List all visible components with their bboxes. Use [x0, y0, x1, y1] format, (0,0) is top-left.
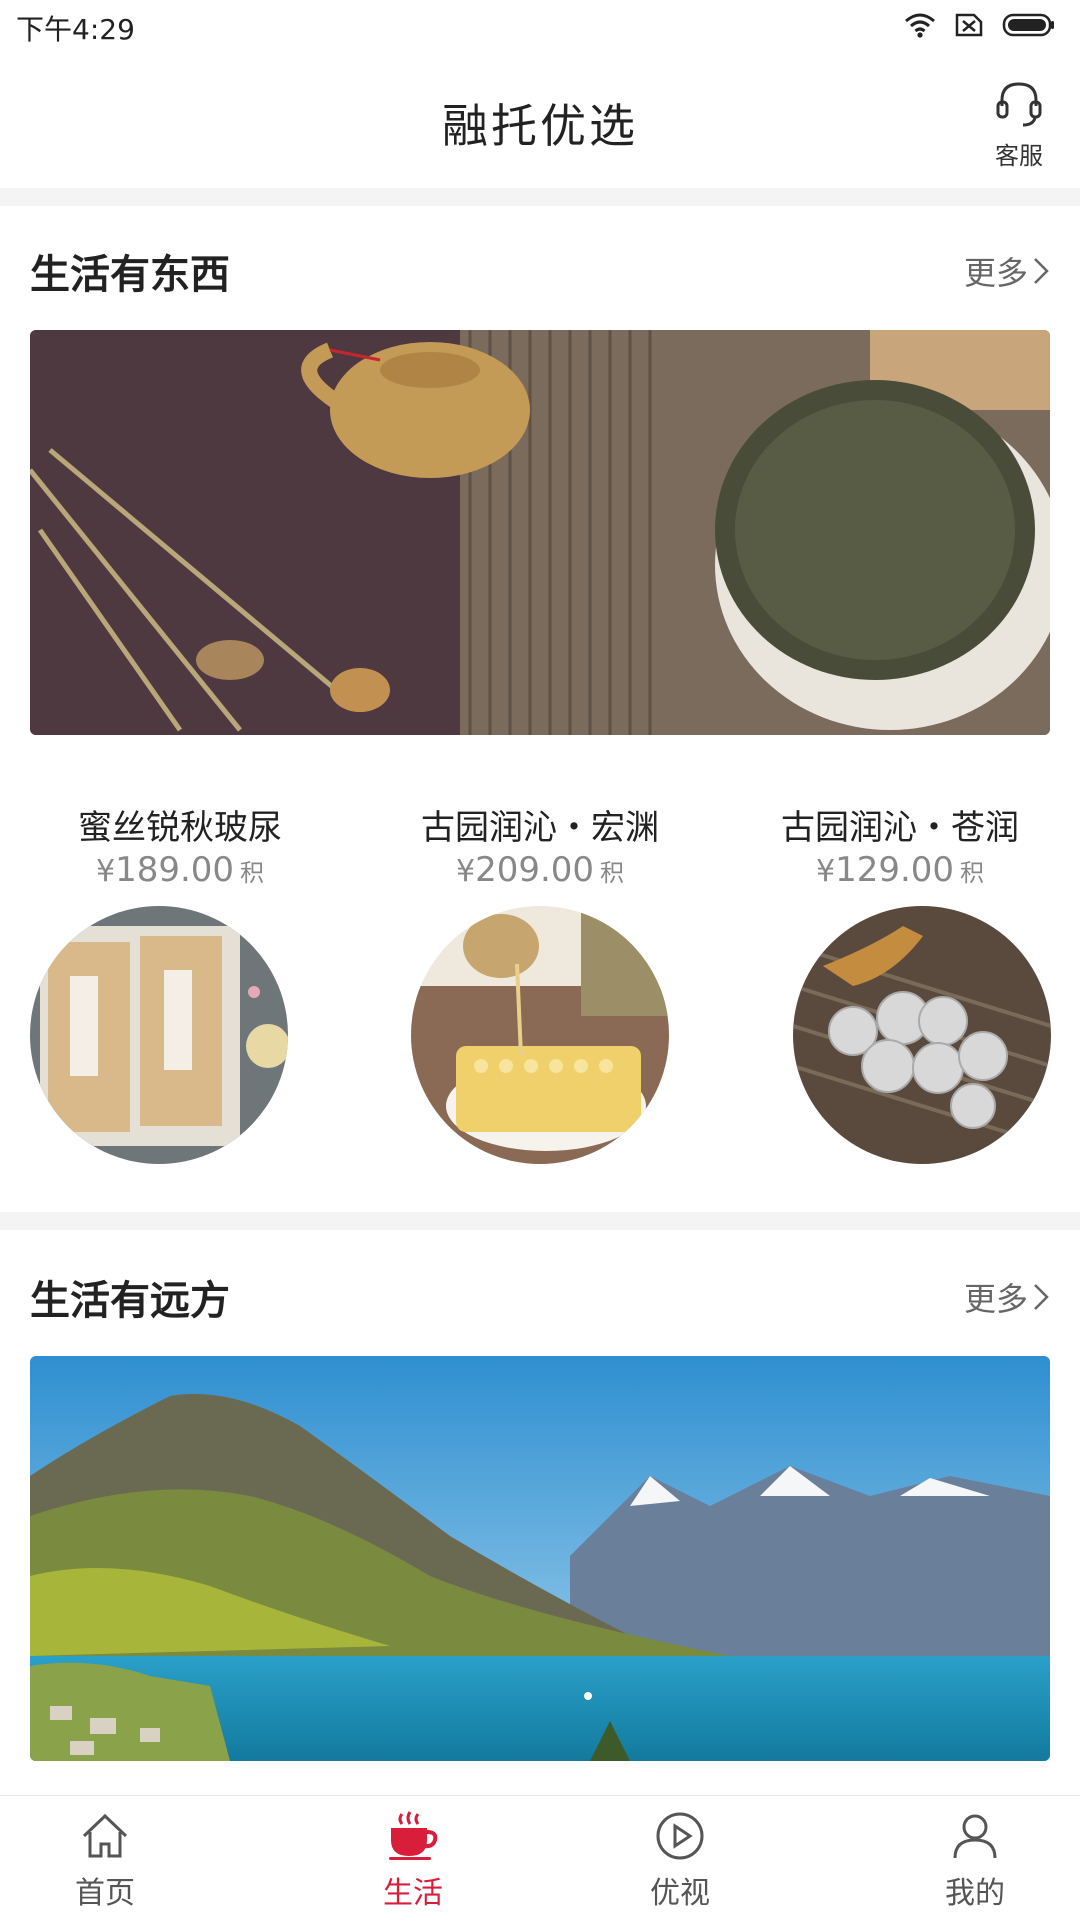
tab-home[interactable]: 首页 — [45, 1810, 165, 1912]
tab-video[interactable]: 优视 — [620, 1810, 740, 1912]
product-image[interactable] — [30, 906, 288, 1164]
chevron-right-icon — [1034, 1284, 1049, 1310]
product-card[interactable]: 蜜丝锐秋玻尿 ¥189.00 积 — [0, 800, 360, 1220]
product-name: 蜜丝锐秋玻尿 — [78, 808, 282, 848]
product-price: ¥209.00 积 — [360, 850, 720, 890]
price-currency: ¥ — [815, 854, 836, 889]
price-currency: ¥ — [455, 854, 476, 889]
price-value: 129.00 — [835, 850, 955, 890]
page-title: 融托优选 — [442, 99, 638, 153]
tab-life[interactable]: 生活 — [353, 1810, 473, 1912]
play-icon — [656, 1812, 704, 1860]
home-icon — [82, 1813, 128, 1858]
more-link[interactable]: 更多 — [964, 248, 1050, 294]
price-unit: 积 — [240, 859, 265, 887]
price-currency: ¥ — [95, 854, 116, 889]
product-name: 古园润沁・宏渊 — [421, 808, 659, 848]
chevron-right-icon — [1034, 258, 1049, 284]
nav-bar: 融托优选 客服 — [0, 54, 1080, 188]
user-icon — [953, 1814, 997, 1859]
status-time: 下午4:29 — [16, 13, 135, 46]
product-name: 古园润沁・苍润 — [781, 808, 1019, 848]
tab-label: 首页 — [75, 1876, 135, 1911]
status-icons — [904, 12, 1056, 38]
product-image[interactable] — [411, 906, 669, 1164]
section-title: 生活有东西 — [30, 252, 230, 298]
price-value: 209.00 — [475, 850, 595, 890]
section-header: 生活有东西 更多 — [30, 242, 1050, 302]
app-screen: 下午4:29 融托优选 客服 生活有东西 更多 蜜丝锐秋玻尿 ¥189.00 积… — [0, 0, 1080, 1920]
battery-icon — [1002, 13, 1054, 37]
section-header: 生活有远方 更多 — [30, 1268, 1050, 1328]
customer-service-label: 客服 — [995, 142, 1043, 170]
headset-icon — [996, 82, 1042, 127]
product-row: 蜜丝锐秋玻尿 ¥189.00 积 古园润沁・宏渊 ¥209.00 积 古园润沁・… — [0, 800, 1080, 1220]
coffee-cup-icon — [389, 1811, 438, 1860]
tab-label: 生活 — [383, 1876, 443, 1911]
price-unit: 积 — [960, 859, 985, 887]
product-price: ¥189.00 积 — [0, 850, 360, 890]
more-label: 更多 — [963, 254, 1028, 292]
product-image[interactable] — [793, 906, 1051, 1164]
product-price: ¥129.00 积 — [720, 850, 1080, 890]
more-label: 更多 — [963, 1280, 1028, 1318]
tab-label: 优视 — [650, 1876, 710, 1911]
tab-mine[interactable]: 我的 — [915, 1810, 1035, 1912]
more-link[interactable]: 更多 — [964, 1274, 1050, 1320]
section-title: 生活有远方 — [30, 1278, 230, 1324]
product-card[interactable]: 古园润沁・宏渊 ¥209.00 积 — [360, 800, 720, 1220]
customer-service-button[interactable]: 客服 — [984, 78, 1054, 171]
tab-label: 我的 — [945, 1876, 1005, 1911]
price-value: 189.00 — [115, 850, 235, 890]
lake-banner-image[interactable] — [30, 1356, 1050, 1761]
wifi-icon — [905, 13, 935, 38]
bottom-tab-bar: 首页 生活 优视 我的 — [0, 1795, 1080, 1920]
status-bar: 下午4:29 — [0, 0, 1080, 54]
price-unit: 积 — [600, 859, 625, 887]
product-card[interactable]: 古园润沁・苍润 ¥129.00 积 — [720, 800, 1080, 1220]
no-sim-icon — [955, 13, 983, 37]
tea-banner-image[interactable] — [30, 330, 1050, 735]
section-divider — [0, 188, 1080, 206]
section-divider — [0, 1212, 1080, 1230]
